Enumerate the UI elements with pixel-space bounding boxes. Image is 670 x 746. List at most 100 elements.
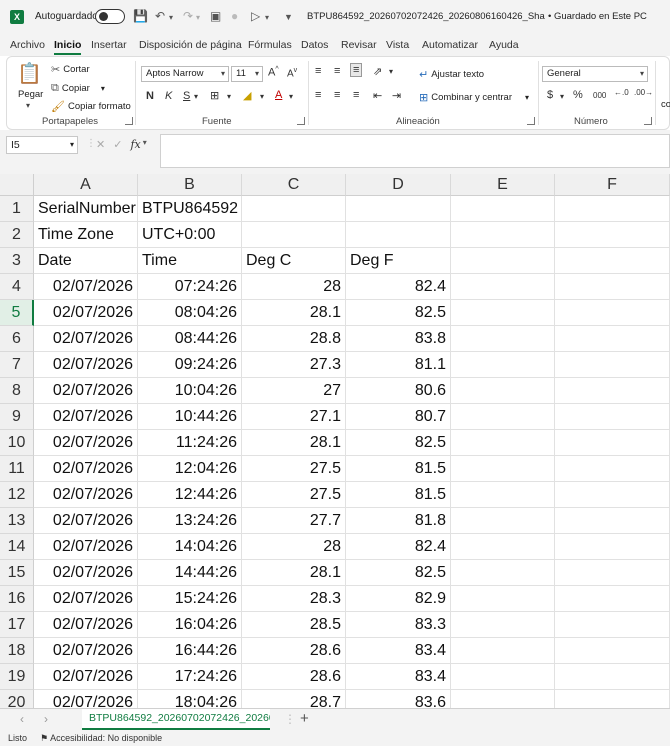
cell-c[interactable]: 28.1 — [242, 560, 346, 586]
column-header-b[interactable]: B — [138, 174, 242, 196]
cell-e[interactable] — [451, 664, 555, 690]
font-color-dropdown-icon[interactable]: ▾ — [289, 92, 293, 101]
row-header[interactable]: 17 — [0, 612, 34, 638]
tab-inicio[interactable]: Inicio — [54, 39, 82, 55]
cell-e[interactable] — [451, 404, 555, 430]
cell-d[interactable]: 81.8 — [346, 508, 451, 534]
italic-button[interactable]: K — [165, 90, 172, 102]
save-icon[interactable]: 💾 — [133, 9, 148, 23]
cell-c[interactable]: 28 — [242, 274, 346, 300]
column-header-f[interactable]: F — [555, 174, 670, 196]
cell-d[interactable]: 83.8 — [346, 326, 451, 352]
cell-c[interactable]: 27.5 — [242, 482, 346, 508]
circle-icon[interactable]: ● — [231, 9, 238, 23]
cell-b[interactable]: UTC+0:00 — [138, 222, 242, 248]
cell-c[interactable]: 28.5 — [242, 612, 346, 638]
cell-f[interactable] — [555, 274, 670, 300]
cell-c[interactable]: 27.3 — [242, 352, 346, 378]
tab-datos[interactable]: Datos — [301, 39, 328, 51]
row-header[interactable]: 18 — [0, 638, 34, 664]
row-header[interactable]: 1 — [0, 196, 34, 222]
cell-a[interactable]: Date — [34, 248, 138, 274]
cell-d[interactable]: 82.9 — [346, 586, 451, 612]
insert-function-button[interactable]: fx — [130, 138, 140, 151]
borders-dropdown-icon[interactable]: ▾ — [227, 92, 231, 101]
cell-f[interactable] — [555, 378, 670, 404]
cell-e[interactable] — [451, 482, 555, 508]
align-middle-icon[interactable]: ≡ — [334, 65, 340, 77]
row-header[interactable]: 8 — [0, 378, 34, 404]
cell-f[interactable] — [555, 248, 670, 274]
redo-icon[interactable]: ↷ — [183, 9, 193, 23]
cell-e[interactable] — [451, 456, 555, 482]
cell-b[interactable]: 08:04:26 — [138, 300, 242, 326]
cell-d[interactable]: 81.5 — [346, 482, 451, 508]
row-header[interactable]: 9 — [0, 404, 34, 430]
print-preview-icon[interactable]: ▣ — [210, 9, 221, 23]
cell-b[interactable]: 17:24:26 — [138, 664, 242, 690]
cell-f[interactable] — [555, 352, 670, 378]
cell-e[interactable] — [451, 690, 555, 708]
tab-formulas[interactable]: Fórmulas — [248, 39, 292, 51]
cell-a[interactable]: 02/07/2026 — [34, 664, 138, 690]
cell-f[interactable] — [555, 404, 670, 430]
row-header[interactable]: 5 — [0, 300, 34, 326]
cell-d[interactable]: Deg F — [346, 248, 451, 274]
cell-b[interactable]: 07:24:26 — [138, 274, 242, 300]
cell-e[interactable] — [451, 430, 555, 456]
cell-a[interactable]: 02/07/2026 — [34, 560, 138, 586]
cell-a[interactable]: 02/07/2026 — [34, 638, 138, 664]
cell-c[interactable]: 28.7 — [242, 690, 346, 708]
cell-f[interactable] — [555, 300, 670, 326]
cell-d[interactable]: 83.3 — [346, 612, 451, 638]
cell-f[interactable] — [555, 326, 670, 352]
borders-icon[interactable]: ⊞ — [210, 89, 219, 102]
row-header[interactable]: 14 — [0, 534, 34, 560]
cell-d[interactable]: 80.6 — [346, 378, 451, 404]
cell-e[interactable] — [451, 352, 555, 378]
cell-a[interactable]: 02/07/2026 — [34, 586, 138, 612]
cell-c[interactable]: 28.6 — [242, 638, 346, 664]
row-header[interactable]: 15 — [0, 560, 34, 586]
save-status[interactable]: • Guardado en Este PC — [548, 11, 647, 22]
cell-c[interactable]: 28.6 — [242, 664, 346, 690]
tab-automatizar[interactable]: Automatizar — [422, 39, 478, 51]
thousands-button[interactable]: 000 — [593, 91, 606, 100]
cell-c[interactable]: 28.1 — [242, 430, 346, 456]
cell-b[interactable]: BTPU864592 — [138, 196, 242, 222]
cell-f[interactable] — [555, 196, 670, 222]
number-launcher-icon[interactable] — [644, 117, 652, 125]
fill-color-icon[interactable]: ◢ — [243, 89, 251, 102]
formula-input[interactable] — [160, 134, 670, 168]
cell-f[interactable] — [555, 430, 670, 456]
align-top-icon[interactable]: ≡ — [315, 65, 321, 77]
cell-b[interactable]: 16:04:26 — [138, 612, 242, 638]
cell-e[interactable] — [451, 248, 555, 274]
cut-button[interactable]: ✂ Cortar — [51, 63, 90, 76]
enter-icon[interactable]: ✓ — [113, 138, 122, 151]
tab-disposicion[interactable]: Disposición de página — [139, 39, 242, 51]
cell-c[interactable]: 28 — [242, 534, 346, 560]
cell-c[interactable]: 27.1 — [242, 404, 346, 430]
tab-ayuda[interactable]: Ayuda — [489, 39, 519, 51]
cell-e[interactable] — [451, 508, 555, 534]
tab-insertar[interactable]: Insertar — [91, 39, 127, 51]
paste-icon[interactable]: 📋 — [17, 61, 42, 86]
prev-sheet-icon[interactable]: ‹ — [20, 712, 24, 726]
cell-c[interactable]: Deg C — [242, 248, 346, 274]
paste-button[interactable]: Pegar — [18, 89, 43, 100]
cell-d[interactable]: 81.1 — [346, 352, 451, 378]
row-header[interactable]: 3 — [0, 248, 34, 274]
row-header[interactable]: 10 — [0, 430, 34, 456]
cell-f[interactable] — [555, 586, 670, 612]
cell-b[interactable]: 13:24:26 — [138, 508, 242, 534]
cell-f[interactable] — [555, 638, 670, 664]
clipboard-launcher-icon[interactable] — [125, 117, 133, 125]
redo-dropdown-icon[interactable]: ▾ — [196, 11, 200, 25]
cell-e[interactable] — [451, 534, 555, 560]
row-header[interactable]: 19 — [0, 664, 34, 690]
cell-a[interactable]: 02/07/2026 — [34, 300, 138, 326]
row-header[interactable]: 13 — [0, 508, 34, 534]
undo-icon[interactable]: ↶ — [155, 9, 165, 23]
cell-d[interactable]: 82.4 — [346, 534, 451, 560]
